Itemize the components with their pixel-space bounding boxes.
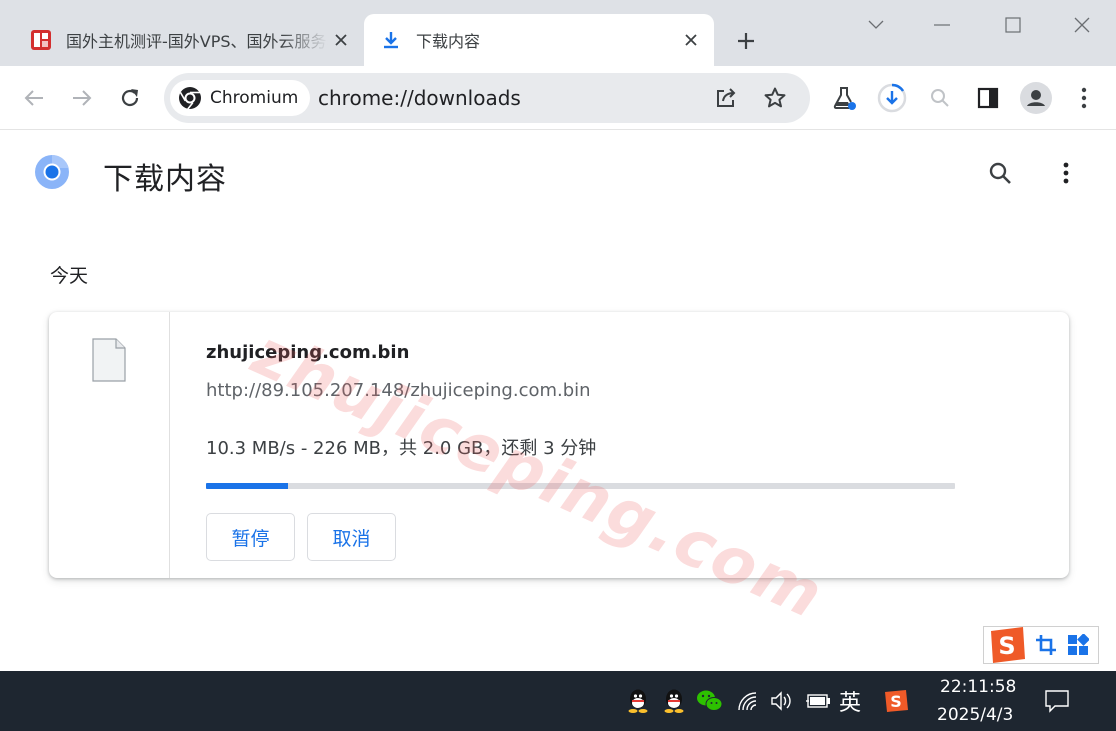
- site-chip[interactable]: Chromium: [170, 80, 311, 116]
- svg-text:S: S: [998, 632, 1015, 660]
- download-icon: [384, 32, 398, 49]
- download-progress-icon: [877, 83, 907, 113]
- plus-icon: [738, 33, 754, 49]
- sogou-logo-button[interactable]: S: [984, 626, 1030, 664]
- tab-strip: 国外主机测评-国外VPS、国外云服务器 下载内容: [0, 0, 1116, 66]
- qq-tray-icon-2[interactable]: [660, 687, 688, 715]
- zhujiceping-favicon: [31, 30, 51, 50]
- tab-title: 国外主机测评-国外VPS、国外云服务器: [66, 32, 328, 51]
- new-tab-button[interactable]: [732, 27, 760, 55]
- reload-icon: [121, 89, 139, 107]
- qq-icon: [628, 689, 648, 713]
- share-button[interactable]: [711, 83, 741, 113]
- more-actions-button[interactable]: [1052, 157, 1080, 189]
- download-item: zhujiceping.com.bin http://89.105.207.14…: [49, 312, 1069, 578]
- ime-toolbox-button[interactable]: [1062, 626, 1094, 664]
- volume-tray-icon[interactable]: [768, 687, 796, 715]
- arrow-left-icon: [24, 90, 43, 106]
- svg-text:S: S: [890, 692, 902, 711]
- chevron-down-icon: [868, 20, 884, 29]
- battery-plug-icon: [806, 694, 830, 708]
- flask-icon: [833, 87, 856, 110]
- qq-tray-icon[interactable]: [624, 687, 652, 715]
- minimize-button[interactable]: [922, 8, 962, 42]
- notification-center-button[interactable]: [1042, 686, 1072, 716]
- download-status: 10.3 MB/s - 226 MB，共 2.0 GB，还剩 3 分钟: [206, 438, 597, 459]
- back-button[interactable]: [18, 82, 50, 114]
- side-panel-icon: [977, 87, 999, 109]
- site-chip-label: Chromium: [210, 88, 299, 108]
- chromium-icon: [179, 87, 201, 110]
- search-downloads-button[interactable]: [984, 157, 1016, 189]
- arrow-right-icon: [73, 90, 92, 106]
- page-title: 下载内容: [103, 162, 227, 197]
- url-text[interactable]: chrome://downloads: [318, 86, 521, 110]
- ime-language-indicator[interactable]: 英: [839, 685, 861, 717]
- clock-date[interactable]: 2025/4/3: [937, 705, 1013, 725]
- clock-time[interactable]: 22:11:58: [940, 677, 1016, 697]
- date-header: 今天: [50, 265, 89, 287]
- sogou-icon: S: [991, 627, 1025, 663]
- forward-button[interactable]: [66, 82, 98, 114]
- sogou-tray-icon[interactable]: S: [882, 687, 910, 715]
- pause-button[interactable]: 暂停: [206, 513, 295, 561]
- taskbar: 英 S 22:11:58 2025/4/3: [0, 671, 1116, 731]
- tab-title: 下载内容: [416, 32, 481, 51]
- wechat-tray-icon[interactable]: [696, 687, 724, 715]
- download-progress-bar: [206, 483, 955, 489]
- omnibox[interactable]: Chromium chrome://downloads: [164, 73, 810, 123]
- maximize-button[interactable]: [993, 8, 1033, 42]
- star-icon: [764, 87, 786, 108]
- download-progress-fill: [206, 483, 289, 489]
- ime-crop-button[interactable]: [1030, 626, 1062, 664]
- search-icon: [989, 162, 1011, 184]
- tab-close-icon[interactable]: [328, 27, 354, 53]
- notification-icon: [1045, 690, 1069, 713]
- share-icon: [717, 88, 736, 107]
- sogou-icon: S: [885, 690, 908, 712]
- crop-icon: [1036, 635, 1056, 655]
- close-window-button[interactable]: [1062, 8, 1102, 42]
- reload-button[interactable]: [114, 82, 146, 114]
- file-icon: [92, 338, 126, 382]
- profile-button[interactable]: [1020, 82, 1052, 114]
- tab-close-icon[interactable]: [678, 27, 704, 53]
- tab-downloads[interactable]: 下载内容: [364, 14, 714, 66]
- side-panel-button[interactable]: [972, 82, 1004, 114]
- battery-tray-icon[interactable]: [804, 687, 832, 715]
- more-vertical-icon: [1081, 87, 1087, 109]
- sogou-ime-toolbar: S: [983, 626, 1099, 664]
- file-name-link[interactable]: zhujiceping.com.bin: [206, 342, 409, 363]
- tab-zhujiceping[interactable]: 国外主机测评-国外VPS、国外云服务器: [14, 14, 364, 66]
- search-icon: [931, 89, 949, 107]
- avatar-icon: [1020, 82, 1052, 114]
- maximize-icon: [1005, 17, 1021, 33]
- bookmark-button[interactable]: [760, 83, 790, 113]
- speaker-icon: [771, 691, 791, 711]
- grid-icon: [1068, 634, 1089, 655]
- labs-button[interactable]: [828, 82, 860, 114]
- toolbar: Chromium chrome://downloads: [0, 66, 1116, 130]
- menu-button[interactable]: [1068, 82, 1100, 114]
- zoom-button[interactable]: [924, 82, 956, 114]
- close-icon: [1074, 17, 1090, 33]
- file-source-url[interactable]: http://89.105.207.148/zhujiceping.com.bi…: [206, 380, 591, 401]
- minimize-icon: [934, 24, 950, 26]
- qq-icon: [664, 689, 684, 713]
- wifi-icon: [738, 692, 757, 711]
- file-icon-column: [49, 312, 170, 578]
- downloads-button[interactable]: [876, 82, 908, 114]
- cancel-button[interactable]: 取消: [307, 513, 396, 561]
- chromium-logo-icon: [35, 154, 69, 189]
- more-vertical-icon: [1063, 162, 1069, 184]
- wechat-icon: [697, 690, 723, 711]
- wifi-tray-icon[interactable]: [734, 687, 762, 715]
- downloads-page: 下载内容 今天 zhujiceping.com.bin http://89.10…: [0, 131, 1116, 671]
- tab-search-button[interactable]: [856, 8, 896, 42]
